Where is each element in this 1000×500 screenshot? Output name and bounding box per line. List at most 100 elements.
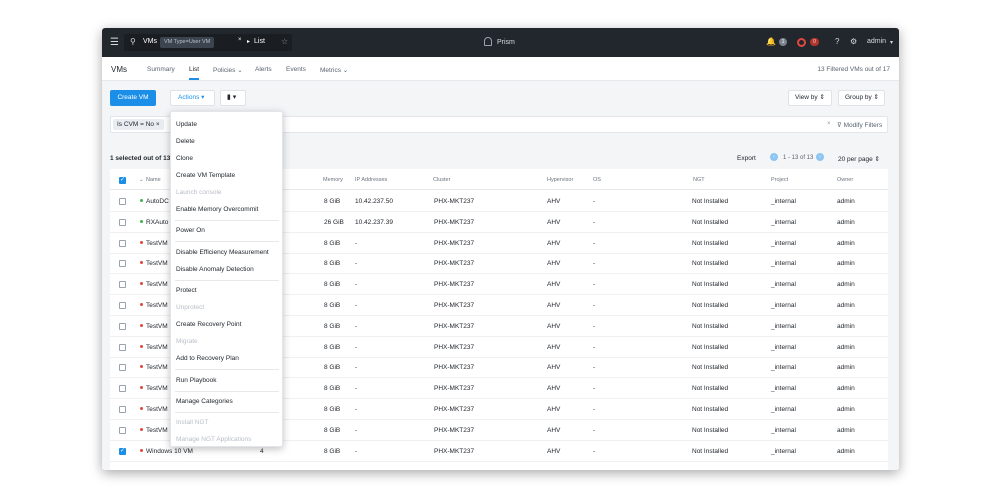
col-cluster[interactable]: Cluster [433, 177, 450, 183]
cell-name[interactable]: TestVM [140, 344, 168, 351]
search-scope: VMs [143, 38, 157, 45]
export-button[interactable]: Export [737, 155, 756, 162]
tab-policies[interactable]: Policies ⌄ [213, 66, 243, 74]
menu-item-run-playbook[interactable]: Run Playbook [176, 377, 216, 384]
cell-name[interactable]: TestVM [140, 385, 168, 392]
tasks-badge[interactable]: 0 [810, 38, 819, 46]
vm-name[interactable]: RXAuto [146, 219, 168, 226]
vm-name[interactable]: TestVM [146, 260, 168, 267]
row-checkbox[interactable] [119, 239, 126, 247]
cell-os: - [593, 239, 596, 247]
menu-item-clone[interactable]: Clone [176, 155, 193, 162]
col-owner[interactable]: Owner [837, 177, 853, 183]
menu-item-power-on[interactable]: Power On [176, 227, 205, 234]
col-os[interactable]: OS [593, 177, 601, 183]
col-project[interactable]: Project [771, 177, 788, 183]
tab-metrics[interactable]: Metrics ⌄ [320, 66, 348, 74]
alerts-badge[interactable]: 1 [779, 38, 787, 46]
help-icon[interactable]: ? [835, 37, 839, 46]
vm-name[interactable]: TestVM [146, 323, 168, 330]
select-all-checkbox[interactable] [119, 176, 126, 184]
vm-name[interactable]: TestVM [146, 344, 168, 351]
row-checkbox[interactable] [119, 198, 126, 205]
vm-name[interactable]: TestVM [146, 385, 168, 392]
modify-filters-button[interactable]: ⊽ Modify Filters [837, 121, 882, 129]
menu-item-add-to-recovery-plan[interactable]: Add to Recovery Plan [176, 355, 239, 362]
menu-item-create-vm-template[interactable]: Create VM Template [176, 172, 235, 179]
menu-item-create-recovery-point[interactable]: Create Recovery Point [176, 321, 241, 328]
cell-name[interactable]: TestVM [140, 427, 168, 434]
sort-icon[interactable]: ⌄ [139, 177, 144, 183]
vm-name[interactable]: Windows 10 VM [146, 448, 193, 455]
row-checkbox[interactable] [119, 447, 126, 455]
search-filter-tag[interactable]: VM Type=User VM [160, 37, 215, 48]
bookmark-button[interactable]: ▮ ▾ [220, 90, 246, 106]
create-vm-button[interactable]: Create VM [110, 90, 156, 106]
group-by-button[interactable]: Group by ⇕ [838, 90, 885, 106]
actions-button[interactable]: Actions ▾ [170, 90, 215, 106]
vm-name[interactable]: TestVM [146, 240, 168, 247]
bell-icon[interactable]: 🔔 [766, 37, 776, 46]
vm-name[interactable]: TestVM [146, 281, 168, 288]
cell-name[interactable]: RXAuto [140, 219, 168, 226]
global-search-bar[interactable]: ⚲ VMs VM Type=User VM × ▸ List ☆ [124, 34, 292, 51]
star-icon[interactable]: ☆ [281, 37, 288, 46]
tab-alerts[interactable]: Alerts [255, 66, 272, 73]
cell-name[interactable]: Windows 10 VM [140, 448, 193, 455]
cell-memory: 8 GiB [324, 364, 341, 372]
pager-next-icon[interactable]: › [816, 153, 824, 161]
row-checkbox[interactable] [119, 260, 126, 268]
menu-item-enable-memory-overcommit[interactable]: Enable Memory Overcommit [176, 206, 258, 213]
cell-owner: admin [837, 239, 855, 247]
row-checkbox[interactable] [119, 406, 126, 413]
col-name[interactable]: Name [146, 177, 161, 183]
row-checkbox[interactable] [119, 426, 126, 434]
close-icon[interactable]: × [238, 37, 242, 43]
menu-item-disable-efficiency-measurement[interactable]: Disable Efficiency Measurement [176, 249, 269, 256]
menu-item-update[interactable]: Update [176, 121, 197, 128]
chevron-down-icon[interactable]: ▾ [890, 39, 893, 46]
cell-name[interactable]: TestVM [140, 323, 168, 330]
row-checkbox[interactable] [119, 343, 126, 351]
tab-list[interactable]: List [189, 66, 200, 80]
row-checkbox[interactable] [119, 281, 126, 289]
cell-name[interactable]: AutoDC [140, 198, 169, 205]
row-checkbox[interactable] [119, 218, 126, 226]
vm-name[interactable]: TestVM [146, 406, 168, 413]
menu-item-delete[interactable]: Delete [176, 138, 195, 145]
row-checkbox[interactable] [119, 322, 126, 330]
health-ring-icon[interactable] [797, 38, 806, 47]
gear-icon[interactable]: ⚙ [850, 37, 857, 46]
row-checkbox[interactable] [119, 302, 126, 309]
vm-name[interactable]: TestVM [146, 427, 168, 434]
vm-name[interactable]: AutoDC [146, 198, 169, 205]
col-hypervisor[interactable]: Hypervisor [547, 177, 573, 183]
cell-project: _internal [771, 322, 796, 330]
user-menu[interactable]: admin [867, 38, 886, 45]
col-memory[interactable]: Memory [323, 177, 343, 183]
hamburger-icon[interactable]: ☰ [110, 37, 119, 48]
menu-item-protect[interactable]: Protect [176, 287, 197, 294]
cell-name[interactable]: TestVM [140, 406, 168, 413]
col-ip[interactable]: IP Addresses [355, 177, 387, 183]
col-ngt[interactable]: NGT [693, 177, 705, 183]
menu-item-manage-categories[interactable]: Manage Categories [176, 398, 233, 405]
tab-events[interactable]: Events [286, 66, 306, 73]
vm-name[interactable]: TestVM [146, 302, 168, 309]
per-page-select[interactable]: 20 per page ⇕ [838, 155, 880, 163]
cell-name[interactable]: TestVM [140, 260, 168, 267]
view-by-button[interactable]: View by ⇕ [788, 90, 832, 106]
tab-summary[interactable]: Summary [147, 66, 175, 73]
filter-chip[interactable]: Is CVM = No × [113, 119, 164, 130]
vm-name[interactable]: TestVM [146, 364, 168, 371]
cell-name[interactable]: TestVM [140, 364, 168, 371]
row-checkbox[interactable] [119, 364, 126, 372]
cell-name[interactable]: TestVM [140, 281, 168, 288]
clear-filter-icon[interactable]: × [827, 121, 831, 127]
menu-item-disable-anomaly-detection[interactable]: Disable Anomaly Detection [176, 266, 254, 273]
pager-prev-icon[interactable]: ‹ [770, 153, 778, 161]
row-checkbox[interactable] [119, 385, 126, 393]
cell-ip: - [355, 302, 358, 309]
cell-name[interactable]: TestVM [140, 240, 168, 247]
cell-name[interactable]: TestVM [140, 302, 168, 309]
